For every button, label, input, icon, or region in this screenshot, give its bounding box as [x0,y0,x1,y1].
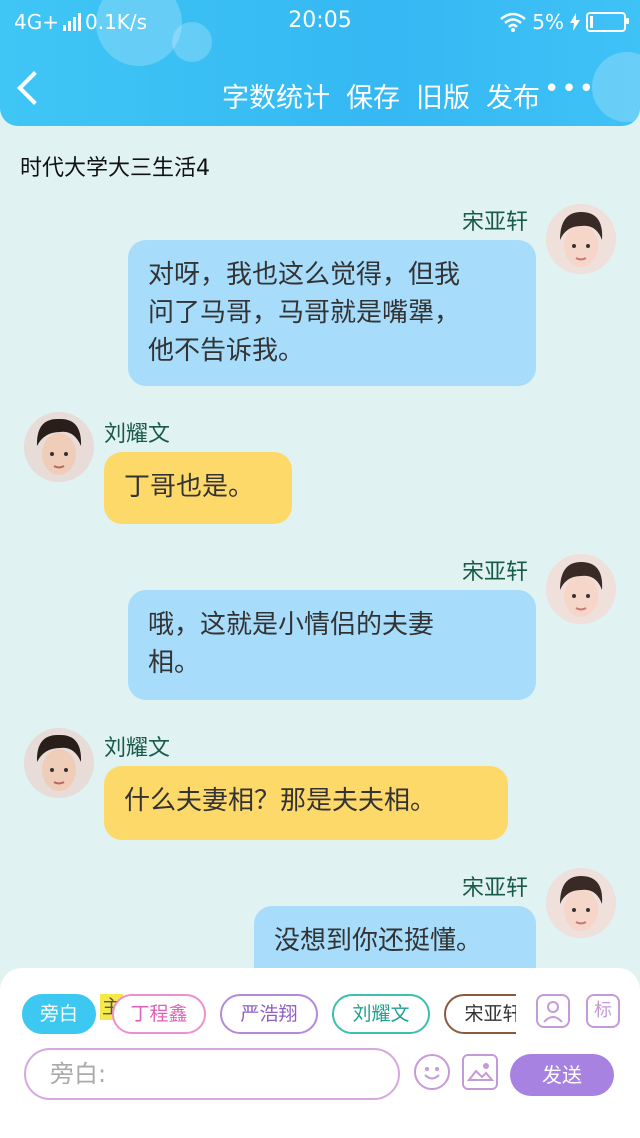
app-header: 4G+ 0.1K/s 20:05 5% 字数统计 保存 旧版 发布 ••• [0,0,640,126]
avatar-portrait [24,412,94,482]
avatar[interactable] [24,412,94,482]
avatar-portrait [546,868,616,938]
speaker-name: 宋亚轩 [462,560,529,585]
avatar[interactable] [546,868,616,938]
role-chip-clip: 宋亚轩 [444,994,516,1034]
role-chip-yan[interactable]: 严浩翔 [220,994,318,1034]
avatar-portrait [546,554,616,624]
message-line: 问了马哥，马哥就是嘴犟， [148,298,461,328]
narration-input[interactable]: 旁白: [24,1048,400,1100]
status-bar: 4G+ 0.1K/s 20:05 5% [0,8,640,38]
avatar[interactable] [546,204,616,274]
person-icon[interactable] [536,994,570,1028]
message-line: 对呀，我也这么觉得，但我 [148,260,461,290]
chat-message[interactable]: 宋亚轩 没想到你还挺懂。 [0,866,640,968]
speaker-name: 宋亚轩 [462,210,529,235]
composer-panel: 旁白 主 丁程鑫 严浩翔 刘耀文 宋亚轩 标 旁白: 发送 [0,968,640,1138]
word-count-button[interactable]: 字数统计 [222,76,330,115]
status-right: 5% [500,10,629,34]
message-bubble: 什么夫妻相？那是夫夫相。 [104,766,508,840]
message-line: 相。 [148,648,201,678]
message-line: 他不告诉我。 [148,336,305,366]
role-chip-liu[interactable]: 刘耀文 [332,994,430,1034]
message-line: 丁哥也是。 [124,472,255,502]
message-bubble: 没想到你还挺懂。 [254,906,536,968]
speaker-name: 刘耀文 [104,422,171,447]
chat-message[interactable]: 刘耀文 什么夫妻相？那是夫夫相。 [0,726,640,846]
tag-button[interactable]: 标 [586,994,620,1028]
role-chip-ding[interactable]: 丁程鑫 [112,994,206,1034]
nav-actions: 字数统计 保存 旧版 发布 [222,76,540,115]
more-icon[interactable]: ••• [544,74,596,104]
emoji-icon[interactable] [414,1054,450,1090]
battery-percent: 5% [532,10,564,34]
message-bubble: 哦，这就是小情侣的夫妻 相。 [128,590,536,700]
avatar-portrait [24,728,94,798]
battery-icon [586,12,629,32]
chat-message[interactable]: 宋亚轩 哦，这就是小情侣的夫妻 相。 [0,550,640,710]
message-line: 没想到你还挺懂。 [274,926,483,956]
chat-message[interactable]: 刘耀文 丁哥也是。 [0,410,640,530]
message-line: 哦，这就是小情侣的夫妻 [148,610,435,640]
message-line: 什么夫妻相？那是夫夫相。 [124,786,437,816]
charging-icon [570,13,580,31]
publish-button[interactable]: 发布 [486,76,540,115]
avatar-portrait [546,204,616,274]
chat-message[interactable]: 宋亚轩 对呀，我也这么觉得，但我 问了马哥，马哥就是嘴犟， 他不告诉我。 [0,200,640,390]
avatar[interactable] [24,728,94,798]
send-button[interactable]: 发送 [510,1054,614,1096]
message-bubble: 丁哥也是。 [104,452,292,524]
speaker-name: 刘耀文 [104,736,171,761]
wifi-icon [500,12,527,32]
nav-bar: 字数统计 保存 旧版 发布 ••• [0,71,640,116]
image-icon[interactable] [462,1054,498,1090]
save-button[interactable]: 保存 [346,76,400,115]
speaker-name: 宋亚轩 [462,876,529,901]
role-chip-narration[interactable]: 旁白 [22,994,96,1034]
back-icon[interactable] [17,71,51,105]
old-version-button[interactable]: 旧版 [416,76,470,115]
story-title: 时代大学大三生活4 [20,156,210,181]
avatar[interactable] [546,554,616,624]
message-bubble: 对呀，我也这么觉得，但我 问了马哥，马哥就是嘴犟， 他不告诉我。 [128,240,536,386]
role-chip-song[interactable]: 宋亚轩 [444,994,516,1034]
